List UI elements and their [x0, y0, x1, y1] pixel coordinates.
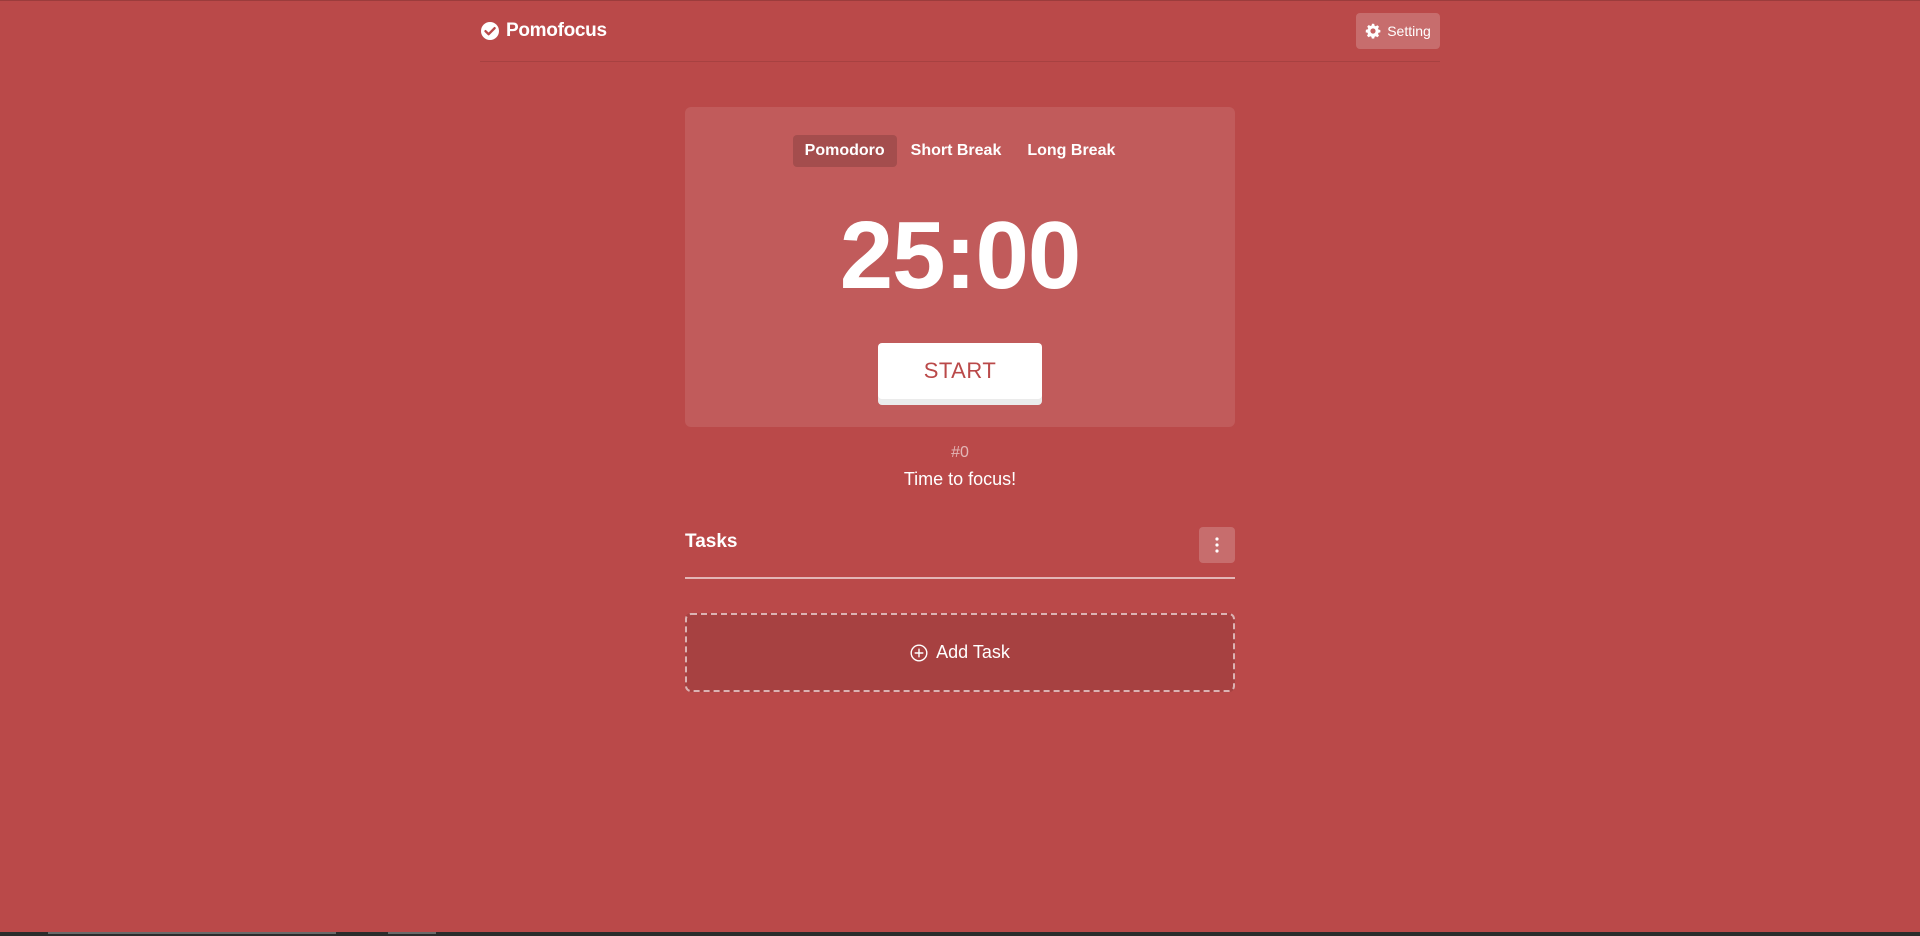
- header: Pomofocus Setting: [480, 1, 1440, 62]
- tab-long-break[interactable]: Long Break: [1015, 135, 1127, 167]
- mode-tabs: Pomodoro Short Break Long Break: [685, 135, 1235, 167]
- taskbar-segment: [48, 932, 336, 934]
- taskbar-strip: [0, 932, 1920, 936]
- page: Pomofocus Setting Pomodoro Short Break L…: [0, 0, 1920, 936]
- plus-circle-icon: [910, 643, 928, 662]
- session-message: Time to focus!: [903, 469, 1017, 489]
- tasks-menu-button[interactable]: [1199, 527, 1235, 563]
- timer-card: Pomodoro Short Break Long Break 25:00 ST…: [685, 107, 1235, 427]
- tab-short-break[interactable]: Short Break: [899, 135, 1014, 167]
- timer-display: 25:00: [839, 202, 1082, 309]
- gear-icon: [1365, 23, 1381, 39]
- add-task-label: Add Task: [936, 642, 1010, 662]
- vertical-dots-icon: [1215, 537, 1219, 553]
- app-name: Pomofocus: [506, 20, 607, 41]
- setting-label: Setting: [1387, 23, 1431, 39]
- taskbar-segment: [388, 932, 436, 934]
- logo[interactable]: Pomofocus: [480, 20, 607, 42]
- setting-button[interactable]: Setting: [1356, 13, 1440, 49]
- check-circle-icon: [481, 22, 499, 40]
- tasks-title: Tasks: [685, 531, 738, 552]
- tab-pomodoro[interactable]: Pomodoro: [792, 135, 897, 167]
- add-task-button[interactable]: Add Task: [685, 613, 1235, 692]
- start-button[interactable]: START: [878, 343, 1042, 399]
- session-count[interactable]: #0: [685, 444, 1235, 462]
- tasks-header: Tasks: [685, 527, 1235, 579]
